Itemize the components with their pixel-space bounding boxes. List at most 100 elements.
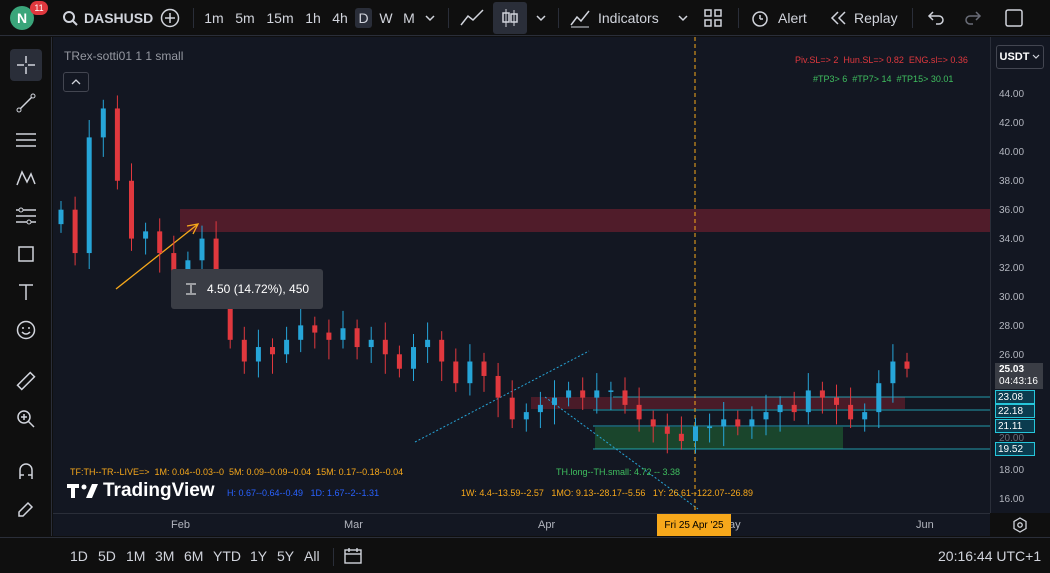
candle-body: [594, 390, 600, 398]
stay-in-drawing-mode-tool[interactable]: [10, 493, 42, 525]
candle-body: [707, 426, 713, 429]
emoji-tool[interactable]: [10, 314, 42, 346]
candle-body: [509, 397, 515, 420]
chart-pane[interactable]: TRex-sotti01 1 1 small Piv.SL=> 2 Hun.SL…: [53, 37, 990, 513]
range-1m[interactable]: 1M: [126, 548, 145, 564]
timeframe-d[interactable]: D: [355, 8, 372, 28]
magnet-tool[interactable]: [10, 455, 42, 487]
range-all[interactable]: All: [304, 548, 320, 564]
pattern-icon: [16, 170, 36, 186]
chevron-down-icon: [425, 15, 435, 22]
lines-icon: [16, 133, 36, 147]
candle-body: [862, 412, 868, 420]
trend-line-tool[interactable]: [10, 87, 42, 119]
fullscreen-button[interactable]: [1005, 0, 1023, 36]
timeframe-5m[interactable]: 5m: [232, 8, 258, 28]
range-5y[interactable]: 5Y: [277, 548, 294, 564]
candle-body: [340, 328, 346, 340]
bottom-toolbar: 1D 5D 1M 3M 6M YTD 1Y 5Y All 20:16:44 UT…: [0, 537, 1050, 573]
time-label: Feb: [171, 519, 190, 531]
currency-select[interactable]: USDT: [996, 45, 1044, 69]
text-icon: [19, 284, 33, 300]
timeframe-1h[interactable]: 1h: [302, 8, 324, 28]
candle-body: [72, 209, 78, 254]
level-tag: 22.18: [995, 404, 1035, 418]
timeframe-dropdown[interactable]: [424, 0, 436, 36]
price-tick: 26.00: [999, 350, 1025, 361]
range-ytd[interactable]: YTD: [213, 548, 241, 564]
pattern-tool[interactable]: [10, 162, 42, 194]
redo-button[interactable]: [964, 0, 982, 36]
candle-body: [580, 390, 586, 398]
collapse-legend-button[interactable]: [63, 72, 89, 92]
shape-tool[interactable]: [10, 238, 42, 270]
h-stats-line: H: 0.67--0.64--0.49 1D: 1.67--2--1.31: [227, 488, 380, 498]
chevron-up-icon: [71, 79, 81, 85]
crosshair-icon: [17, 56, 35, 74]
replay-button[interactable]: Replay: [830, 0, 898, 36]
alarm-clock-icon: [752, 11, 768, 27]
timeframe-w[interactable]: W: [376, 8, 396, 28]
range-1y[interactable]: 1Y: [250, 548, 267, 564]
measure-value: 4.50 (14.72%), 450: [207, 282, 310, 296]
candle-body: [537, 404, 543, 413]
candle-body: [735, 419, 741, 427]
crosshair-tool[interactable]: [10, 49, 42, 81]
candle-body: [453, 361, 459, 384]
timeframe-4h[interactable]: 4h: [328, 8, 352, 28]
layouts-button[interactable]: [704, 0, 722, 36]
text-tool[interactable]: [10, 276, 42, 308]
measure-tooltip: 4.50 (14.72%), 450: [171, 269, 323, 309]
w-stats-line: 1W: 4.4--13.59--2.57 1MO: 9.13--28.17--5…: [461, 488, 753, 498]
price-axis[interactable]: USDT 44.00 42.00 40.00 38.00 36.00 34.00…: [990, 37, 1050, 513]
fib-tool[interactable]: [10, 200, 42, 232]
candle-body: [298, 325, 304, 340]
compare-symbol-button[interactable]: [160, 0, 180, 36]
indicator-title[interactable]: TRex-sotti01 1 1 small: [64, 49, 183, 63]
zoom-tool[interactable]: [10, 403, 42, 435]
redo-icon: [965, 11, 982, 25]
horizontal-lines-tool[interactable]: [10, 124, 42, 156]
range-5d[interactable]: 5D: [98, 548, 116, 564]
chart-settings-button[interactable]: [1010, 516, 1030, 534]
smiley-icon: [16, 320, 36, 340]
search-icon: [63, 11, 78, 26]
range-1d[interactable]: 1D: [70, 548, 88, 564]
candle-body: [791, 404, 797, 413]
candle-body: [241, 339, 247, 362]
candle-body: [495, 375, 501, 398]
time-axis[interactable]: Feb Mar Apr ay Jun Fri 25 Apr '25: [53, 513, 990, 536]
undo-icon: [927, 11, 944, 25]
line-chart-type-button[interactable]: [460, 0, 484, 36]
candle-body: [552, 397, 557, 405]
candle-chart-type-button[interactable]: [493, 2, 527, 34]
candle-body: [848, 404, 854, 420]
indicators-button[interactable]: Indicators: [570, 0, 659, 36]
calendar-icon: [344, 548, 362, 564]
chart-type-dropdown[interactable]: [535, 0, 547, 36]
timeframe-m[interactable]: M: [400, 8, 418, 28]
measure-tool[interactable]: [10, 365, 42, 397]
candle-body: [904, 361, 910, 369]
price-tick: 32.00: [999, 263, 1025, 274]
stats-green-line: #TP3> 6 #TP7> 14 #TP15> 30.01: [813, 74, 954, 84]
candle-body: [523, 412, 529, 420]
candle-body: [777, 404, 783, 413]
timeframe-15m[interactable]: 15m: [264, 8, 296, 28]
current-price: 25.03: [999, 364, 1025, 375]
timeframe-1m[interactable]: 1m: [202, 8, 226, 28]
symbol-search[interactable]: DASHUSD: [62, 0, 153, 36]
alert-button[interactable]: Alert: [750, 0, 807, 36]
candle-body: [396, 354, 402, 369]
undo-button[interactable]: [927, 0, 945, 36]
range-6m[interactable]: 6M: [184, 548, 203, 564]
chevron-down-icon: [536, 15, 546, 22]
candle-body: [425, 339, 431, 348]
indicators-dropdown[interactable]: [677, 0, 689, 36]
ruler-icon: [16, 371, 36, 391]
range-3m[interactable]: 3M: [155, 548, 174, 564]
candle-body: [326, 332, 332, 340]
candlestick-icon: [502, 9, 518, 27]
go-to-date-button[interactable]: [344, 547, 364, 570]
clock-timezone[interactable]: 20:16:44 UTC+1: [938, 548, 1041, 564]
